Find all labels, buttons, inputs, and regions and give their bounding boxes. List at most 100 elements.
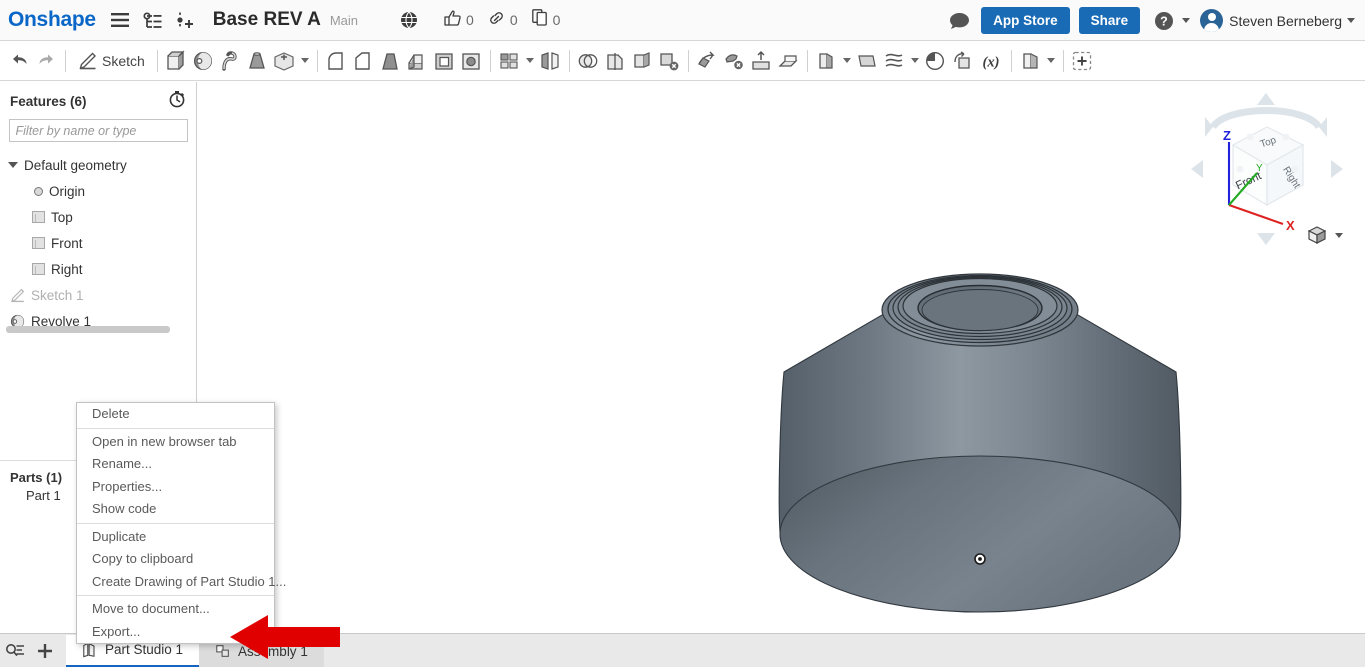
sketch-icon (11, 288, 25, 302)
transform-icon[interactable] (949, 46, 976, 76)
axis-label-z: Z (1223, 128, 1231, 143)
assembly-icon[interactable] (1017, 46, 1044, 76)
add-tab-icon[interactable] (30, 636, 60, 666)
toolbar-divider-6 (687, 49, 689, 72)
onshape-logo[interactable]: Onshape (8, 8, 96, 32)
help-icon[interactable]: ? (1151, 8, 1177, 34)
delete-face-icon[interactable] (656, 46, 683, 76)
likes-counter[interactable]: 0 (444, 9, 474, 31)
tab-filter-icon[interactable] (0, 636, 30, 666)
tree-item-label: Front (51, 235, 83, 251)
sweep-icon[interactable] (217, 46, 244, 76)
tree-item-label: Default geometry (24, 157, 127, 173)
context-menu-item-create-drawing[interactable]: Create Drawing of Part Studio 1... (77, 571, 286, 594)
enclose-icon[interactable] (748, 46, 775, 76)
document-title[interactable]: Base REV A (213, 9, 321, 31)
context-menu-item-properties[interactable]: Properties... (77, 476, 274, 499)
toolbar-divider-4 (489, 49, 491, 72)
assembly-chevron-down-icon[interactable] (1044, 46, 1058, 76)
chevron-down-icon[interactable] (8, 162, 18, 168)
comment-icon[interactable] (946, 8, 972, 34)
loft-icon[interactable] (244, 46, 271, 76)
globe-icon[interactable] (396, 7, 422, 33)
copies-count: 0 (552, 12, 561, 28)
thicken-icon[interactable] (271, 46, 298, 76)
pattern-icon[interactable] (496, 46, 523, 76)
history-timer-icon[interactable] (168, 90, 186, 113)
sketch-button[interactable]: Sketch (71, 46, 152, 76)
section-view-icon[interactable] (922, 46, 949, 76)
plane-icon (32, 211, 45, 223)
feature-tree-scrollbar[interactable] (6, 326, 170, 333)
features-filter-input[interactable] (8, 119, 188, 142)
plane-icon[interactable] (854, 46, 881, 76)
mirror-icon[interactable] (537, 46, 564, 76)
avatar[interactable] (1200, 9, 1224, 32)
help-chevron-down-icon[interactable] (1182, 18, 1191, 23)
extrude-icon[interactable] (163, 46, 190, 76)
toolbar-divider (65, 49, 66, 72)
links-counter[interactable]: 0 (488, 10, 518, 31)
display-mode-chevron-down-icon[interactable] (1335, 232, 1343, 238)
app-store-button[interactable]: App Store (981, 7, 1070, 34)
tree-item-front[interactable]: Front (0, 230, 196, 256)
curve-icon[interactable] (881, 46, 908, 76)
plane-icon (32, 237, 45, 249)
display-mode-selector[interactable] (1306, 224, 1343, 246)
curve-chevron-down-icon[interactable] (908, 46, 922, 76)
tree-item-label: Top (51, 209, 73, 225)
share-button[interactable]: Share (1078, 7, 1141, 34)
variable-icon[interactable]: (x) (976, 46, 1006, 76)
sheet-metal-icon[interactable] (813, 46, 840, 76)
split-icon[interactable] (602, 46, 629, 76)
workspace-label: Main (329, 12, 359, 28)
tree-item-right[interactable]: Right (0, 256, 196, 282)
tree-item-top[interactable]: Top (0, 204, 196, 230)
chamfer-icon[interactable] (350, 46, 377, 76)
pattern-chevron-down-icon[interactable] (523, 46, 537, 76)
surface-fill-icon[interactable] (775, 46, 802, 76)
hamburger-menu-icon[interactable] (107, 7, 133, 33)
undo-icon[interactable] (6, 46, 33, 76)
user-name[interactable]: Steven Berneberg (1229, 13, 1342, 29)
user-chevron-down-icon[interactable] (1347, 18, 1355, 23)
toolbar-divider-2 (156, 49, 158, 72)
sketch-icon (79, 52, 96, 69)
origin-icon (34, 186, 43, 196)
axis-label-x: X (1286, 218, 1295, 233)
tree-item-origin[interactable]: Origin (0, 178, 196, 204)
copies-counter[interactable]: 0 (531, 9, 561, 31)
tree-item-default-geometry[interactable]: Default geometry (0, 152, 196, 178)
add-custom-feature-icon[interactable] (1069, 46, 1096, 76)
context-menu-item-rename[interactable]: Rename... (77, 453, 274, 476)
version-graph-icon[interactable] (140, 7, 166, 33)
transform-tool-icon[interactable] (629, 46, 656, 76)
tree-item-sketch-1[interactable]: Sketch 1 (0, 282, 196, 308)
context-menu-item-copy-to-clipboard[interactable]: Copy to clipboard (77, 548, 274, 571)
redo-icon[interactable] (33, 46, 60, 76)
3d-viewport[interactable]: Top Front Right Z X Y (198, 82, 1365, 633)
revolve-icon[interactable] (190, 46, 217, 76)
solid-tools-chevron-down-icon[interactable] (298, 46, 312, 76)
boolean-icon[interactable] (575, 46, 602, 76)
draft-icon[interactable] (377, 46, 404, 76)
sheet-metal-chevron-down-icon[interactable] (840, 46, 854, 76)
move-face-icon[interactable] (694, 46, 721, 76)
fillet-icon[interactable] (323, 46, 350, 76)
shell-icon[interactable] (431, 46, 458, 76)
add-version-icon[interactable] (173, 7, 199, 33)
toolbar-divider-9 (1062, 49, 1064, 72)
features-title: Features (6) (10, 94, 87, 109)
context-menu-item-open-new-tab[interactable]: Open in new browser tab (77, 431, 274, 454)
toolbar-divider-8 (1010, 49, 1012, 72)
thumbs-up-icon (444, 9, 461, 31)
context-menu-item-duplicate[interactable]: Duplicate (77, 526, 274, 549)
hole-icon[interactable] (458, 46, 485, 76)
plane-icon (32, 263, 45, 275)
context-menu-item-show-code[interactable]: Show code (77, 498, 274, 521)
context-menu-item-delete[interactable]: Delete (77, 403, 274, 426)
replace-face-icon[interactable] (721, 46, 748, 76)
rib-icon[interactable] (404, 46, 431, 76)
context-menu-divider-3 (77, 595, 274, 596)
origin-point-marker (974, 553, 986, 565)
